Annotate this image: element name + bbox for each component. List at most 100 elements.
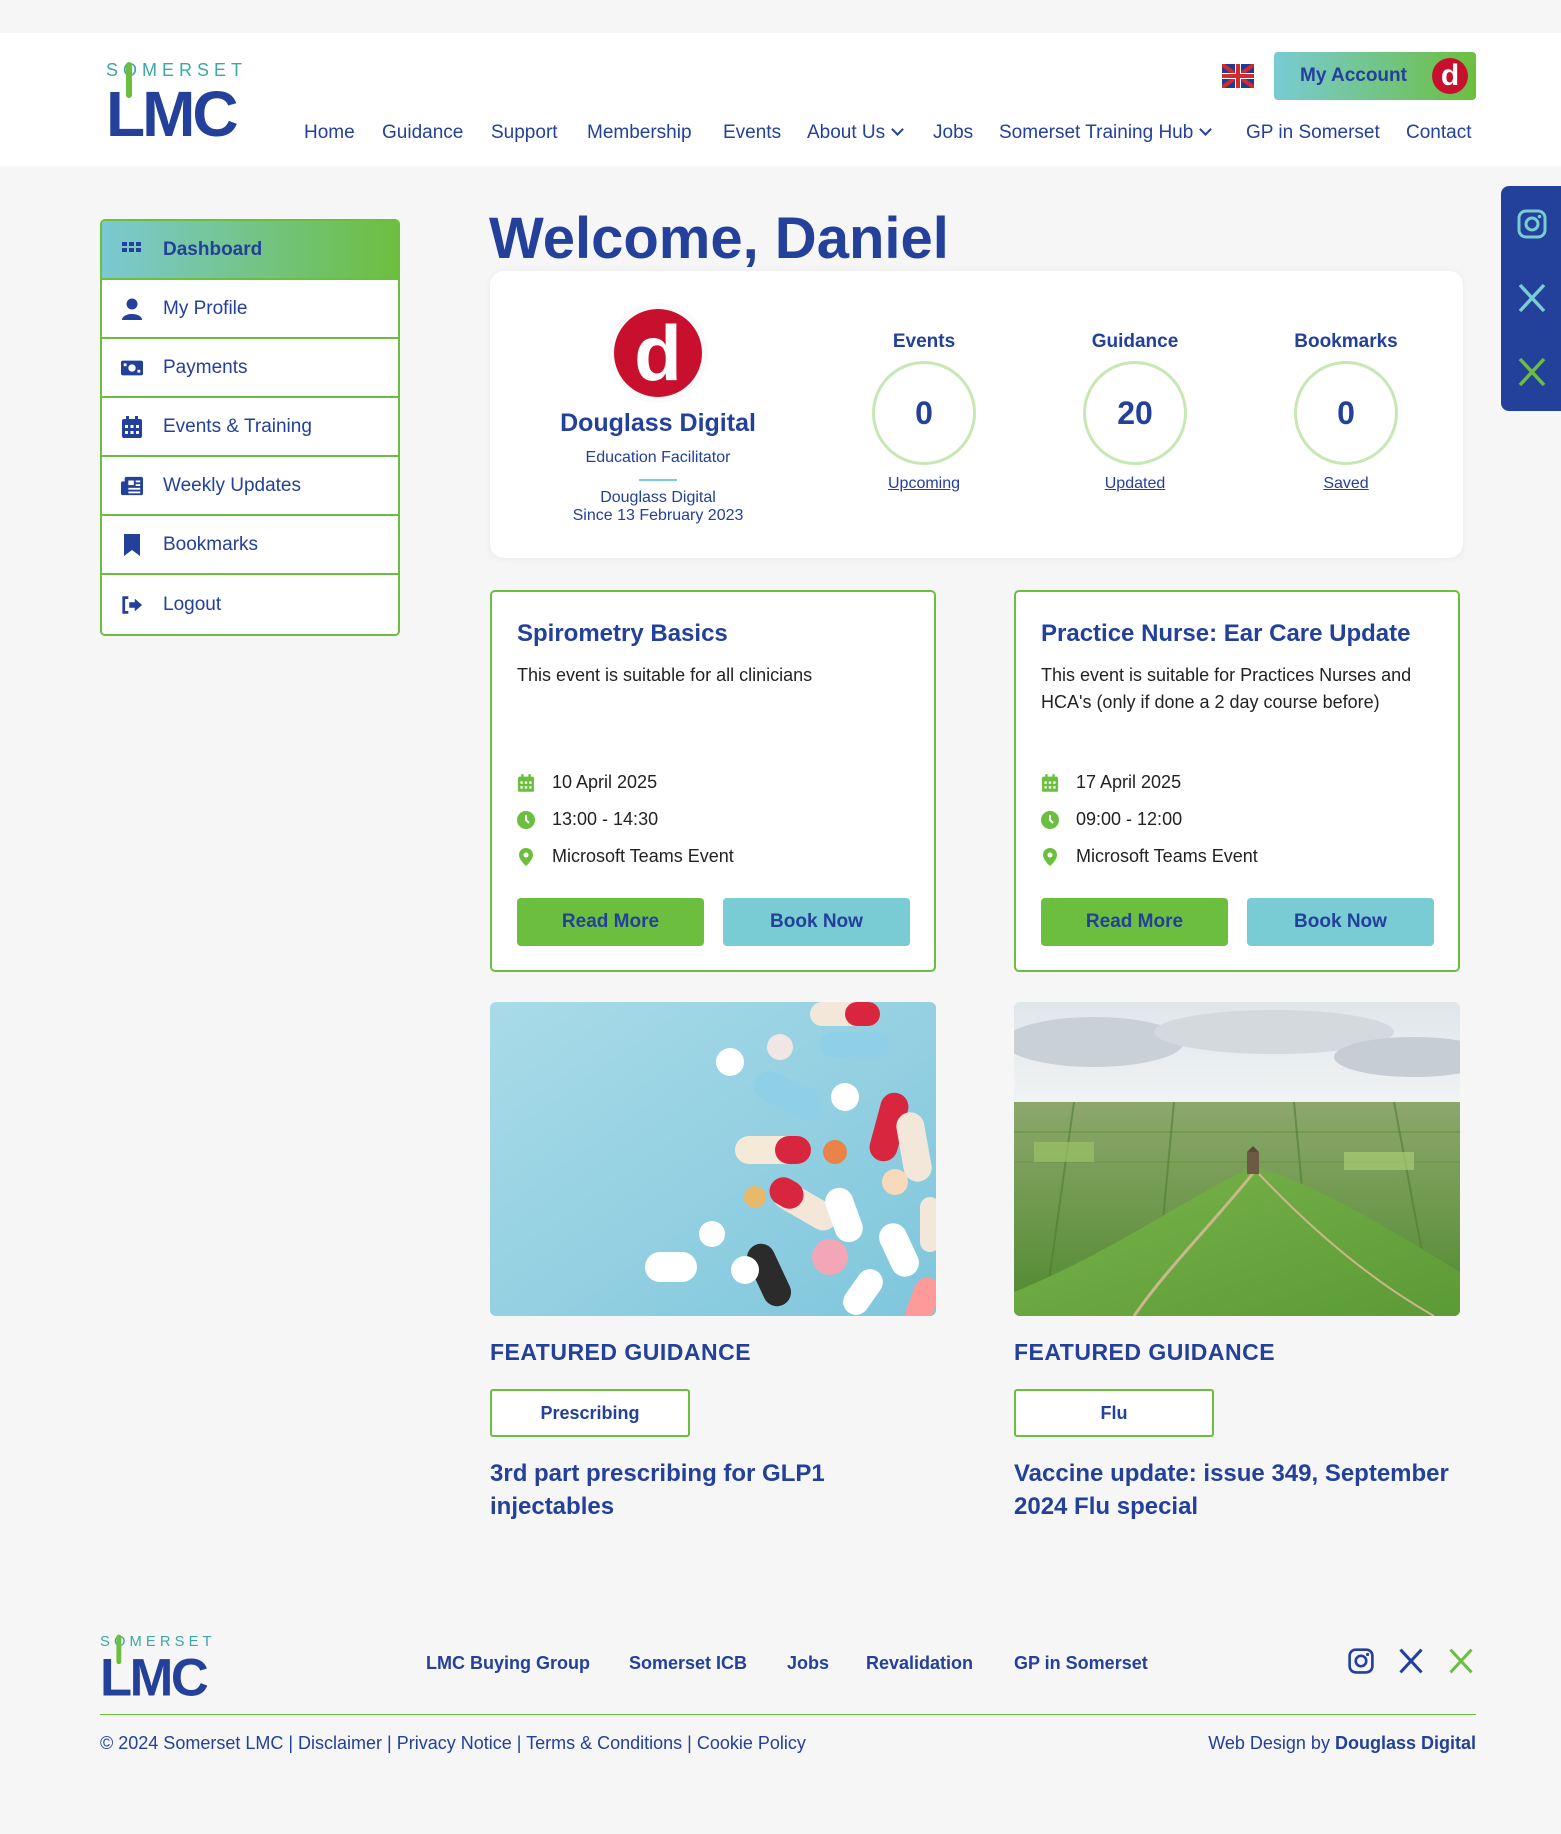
read-more-button[interactable]: Read More	[517, 898, 704, 946]
nav-membership[interactable]: Membership	[587, 122, 692, 144]
event-title[interactable]: Practice Nurse: Ear Care Update	[1041, 620, 1411, 648]
pills-photo[interactable]	[490, 1002, 936, 1316]
member-organisation: Douglass Digital	[600, 489, 716, 506]
featured-heading: FEATURED GUIDANCE	[1014, 1339, 1276, 1365]
nav-about-us-label: About Us	[807, 122, 886, 143]
clock-icon	[1041, 810, 1059, 829]
sidebar-item-weekly-updates[interactable]: Weekly Updates	[102, 457, 398, 516]
x-green-icon[interactable]	[1516, 356, 1548, 388]
footer-link-gp-in-somerset[interactable]: GP in Somerset	[1014, 1653, 1148, 1674]
read-more-button[interactable]: Read More	[1041, 898, 1228, 946]
stat-link-upcoming[interactable]: Upcoming	[844, 475, 1004, 493]
featured-title[interactable]: 3rd part prescribing for GLP1 injectable…	[490, 1457, 950, 1523]
organisation-name: Douglass Digital	[560, 409, 756, 437]
site-logo[interactable]: SOMERSET LMC	[106, 60, 246, 146]
nav-events[interactable]: Events	[723, 122, 781, 144]
my-account-label: My Account	[1300, 65, 1407, 86]
event-date-text: 10 April 2025	[552, 772, 658, 792]
nav-training-hub[interactable]: Somerset Training Hub	[999, 122, 1213, 144]
footer-link-jobs[interactable]: Jobs	[787, 1653, 829, 1674]
clock-icon	[517, 810, 535, 829]
grid-icon	[121, 239, 143, 261]
stat-label: Guidance	[1091, 331, 1179, 352]
event-title[interactable]: Spirometry Basics	[517, 620, 728, 648]
featured-title[interactable]: Vaccine update: issue 349, September 202…	[1014, 1457, 1474, 1523]
stat-value: 0	[1294, 361, 1398, 465]
footer-link-buying-group[interactable]: LMC Buying Group	[426, 1653, 590, 1674]
event-date: 17 April 2025	[1041, 772, 1181, 793]
stat-label: Events	[892, 331, 956, 352]
sidebar-item-label: My Profile	[163, 297, 248, 319]
category-tag-flu[interactable]: Flu	[1014, 1389, 1214, 1437]
event-time: 09:00 - 12:00	[1041, 809, 1182, 830]
map-pin-icon	[517, 847, 535, 866]
account-sidebar: Dashboard My Profile Payments Events & T…	[100, 219, 400, 636]
stat-value: 0	[872, 361, 976, 465]
sidebar-item-label: Payments	[163, 356, 248, 378]
instagram-icon[interactable]	[1346, 1646, 1376, 1676]
event-card: Spirometry Basics This event is suitable…	[490, 590, 936, 972]
calendar-icon	[517, 773, 535, 792]
sidebar-item-label: Weekly Updates	[163, 474, 301, 496]
book-now-button[interactable]: Book Now	[1247, 898, 1434, 946]
nav-gp-in-somerset[interactable]: GP in Somerset	[1246, 122, 1380, 144]
sidebar-item-dashboard[interactable]: Dashboard	[102, 221, 398, 280]
featured-heading: FEATURED GUIDANCE	[490, 1339, 752, 1365]
logout-icon	[121, 594, 143, 616]
footer-divider	[100, 1714, 1476, 1715]
sidebar-item-my-profile[interactable]: My Profile	[102, 280, 398, 339]
nav-about-us[interactable]: About Us	[807, 122, 905, 144]
map-pin-icon	[1041, 847, 1059, 866]
footer-link-somerset-icb[interactable]: Somerset ICB	[629, 1653, 747, 1674]
profile-summary-card: d Douglass Digital Education Facilitator…	[490, 271, 1463, 558]
credit-prefix: Web Design by	[1208, 1733, 1330, 1753]
sidebar-item-bookmarks[interactable]: Bookmarks	[102, 516, 398, 575]
event-date: 10 April 2025	[517, 772, 657, 793]
x-icon[interactable]	[1516, 282, 1548, 314]
nav-guidance[interactable]: Guidance	[382, 122, 463, 144]
stat-bookmarks: Bookmarks 0 Saved	[1266, 331, 1426, 493]
chevron-down-icon	[891, 123, 905, 136]
nav-contact[interactable]: Contact	[1406, 122, 1471, 144]
newspaper-icon	[121, 475, 143, 497]
member-since: Since 13 February 2023	[572, 507, 744, 524]
nav-jobs[interactable]: Jobs	[933, 122, 973, 144]
sidebar-item-label: Logout	[163, 593, 222, 615]
stat-link-saved[interactable]: Saved	[1266, 475, 1426, 493]
event-time-text: 09:00 - 12:00	[1076, 809, 1183, 829]
stat-guidance: Guidance 20 Updated	[1055, 331, 1215, 493]
category-tag-prescribing[interactable]: Prescribing	[490, 1389, 690, 1437]
my-account-button[interactable]: My Account d	[1274, 52, 1476, 100]
sidebar-item-events-training[interactable]: Events & Training	[102, 398, 398, 457]
x-green-icon[interactable]	[1446, 1646, 1476, 1676]
logo-big-text: LMC	[106, 78, 239, 150]
calendar-icon	[121, 415, 143, 438]
nav-support[interactable]: Support	[491, 122, 558, 144]
divider	[639, 479, 677, 481]
book-now-button[interactable]: Book Now	[723, 898, 910, 946]
uk-flag-icon[interactable]	[1222, 64, 1254, 88]
organisation-logo: d	[614, 309, 702, 397]
footer-link-revalidation[interactable]: Revalidation	[866, 1653, 973, 1674]
event-description: This event is suitable for all clinician…	[517, 665, 813, 685]
nav-home[interactable]: Home	[304, 122, 355, 144]
account-avatar-icon: d	[1432, 58, 1468, 94]
x-icon[interactable]	[1396, 1646, 1426, 1676]
stat-events: Events 0 Upcoming	[844, 331, 1004, 493]
event-location-text: Microsoft Teams Event	[1076, 846, 1258, 866]
calendar-icon	[1041, 773, 1059, 792]
event-location-text: Microsoft Teams Event	[552, 846, 734, 866]
sidebar-item-label: Bookmarks	[163, 533, 259, 555]
web-design-credit[interactable]: Web Design by Douglass Digital	[1208, 1733, 1476, 1754]
event-location: Microsoft Teams Event	[517, 846, 734, 867]
chevron-down-icon	[1199, 123, 1213, 136]
glastonbury-tor-photo[interactable]	[1014, 1002, 1460, 1316]
sidebar-item-payments[interactable]: Payments	[102, 339, 398, 398]
event-card: Practice Nurse: Ear Care Update This eve…	[1014, 590, 1460, 972]
sidebar-item-logout[interactable]: Logout	[102, 575, 398, 634]
footer-logo[interactable]: SOMERSET LMC	[100, 1633, 215, 1704]
stat-link-updated[interactable]: Updated	[1055, 475, 1215, 493]
event-description: This event is suitable for Practices Nur…	[1041, 665, 1412, 712]
instagram-icon[interactable]	[1516, 208, 1548, 240]
stat-value: 20	[1083, 361, 1187, 465]
